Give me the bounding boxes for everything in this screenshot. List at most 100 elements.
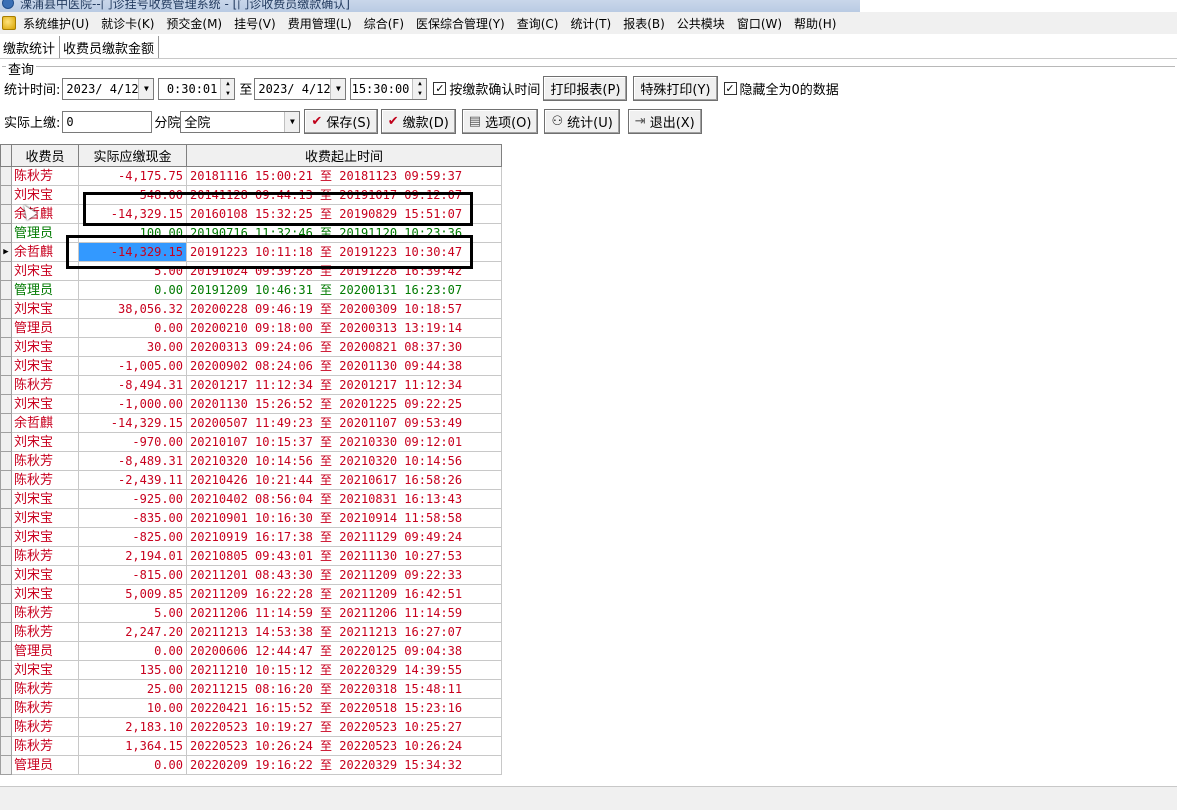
cell-cashier[interactable]: 陈秋芳: [11, 622, 79, 642]
cell-cashier[interactable]: 陈秋芳: [11, 470, 79, 490]
row-indicator[interactable]: [0, 660, 12, 680]
tab-payment-stats[interactable]: 缴款统计: [0, 36, 61, 58]
table-row[interactable]: 陈秋芳 -4,175.75 20181116 15:00:21 至 20181123…: [0, 166, 502, 186]
cell-cashier[interactable]: 管理员: [11, 755, 79, 775]
cell-cashier[interactable]: 刘宋宝: [11, 337, 79, 357]
row-indicator[interactable]: [0, 185, 12, 205]
chevron-down-icon[interactable]: ▼: [138, 78, 154, 99]
table-row[interactable]: 余哲麒 -14,329.15 20160108 15:32:25 至 2019082…: [0, 204, 502, 224]
cell-amount[interactable]: 38,056.32: [78, 299, 187, 319]
row-indicator[interactable]: [0, 299, 12, 319]
cell-amount[interactable]: 30.00: [78, 337, 187, 357]
cell-amount[interactable]: -825.00: [78, 527, 187, 547]
cell-cashier[interactable]: 刘宋宝: [11, 261, 79, 281]
cell-cashier[interactable]: 管理员: [11, 641, 79, 661]
cell-amount[interactable]: -14,329.15: [78, 413, 187, 433]
cell-period[interactable]: 20191223 10:11:18 至 20191223 10:30:47: [186, 242, 502, 262]
menu-prepay[interactable]: 预交金(M): [162, 15, 230, 32]
special-print-button[interactable]: 特殊打印(Y): [633, 76, 718, 101]
cell-cashier[interactable]: 陈秋芳: [11, 736, 79, 756]
cell-cashier[interactable]: 陈秋芳: [11, 166, 79, 186]
cell-amount[interactable]: -835.00: [78, 508, 187, 528]
row-indicator[interactable]: [0, 755, 12, 775]
cell-period[interactable]: 20210901 10:16:30 至 20210914 11:58:58: [186, 508, 502, 528]
cell-cashier[interactable]: 刘宋宝: [11, 565, 79, 585]
column-header-amount[interactable]: 实际应缴现金: [78, 144, 187, 167]
cell-cashier[interactable]: 刘宋宝: [11, 584, 79, 604]
row-indicator[interactable]: [0, 565, 12, 585]
cell-cashier[interactable]: 陈秋芳: [11, 603, 79, 623]
menu-public[interactable]: 公共模块: [673, 15, 733, 32]
cell-amount[interactable]: 5.00: [78, 261, 187, 281]
table-row[interactable]: 陈秋芳 25.00 20211215 08:16:20 至 20220318 15:…: [0, 679, 502, 699]
cell-cashier[interactable]: 余哲麒: [11, 242, 79, 262]
menu-window[interactable]: 窗口(W): [733, 15, 790, 32]
spin-button[interactable]: ▲ ▼: [412, 78, 427, 99]
row-indicator[interactable]: [0, 280, 12, 300]
cell-period[interactable]: 20220523 10:26:24 至 20220523 10:26:24: [186, 736, 502, 756]
cell-cashier[interactable]: 刘宋宝: [11, 356, 79, 376]
cell-period[interactable]: 20210919 16:17:38 至 20211129 09:49:24: [186, 527, 502, 547]
cell-amount[interactable]: 548.00: [78, 185, 187, 205]
cell-amount[interactable]: 2,194.01: [78, 546, 187, 566]
table-row[interactable]: 陈秋芳 2,194.01 20210805 09:43:01 至 20211130 …: [0, 546, 502, 566]
table-row[interactable]: 陈秋芳 -8,494.31 20201217 11:12:34 至 20201217…: [0, 375, 502, 395]
table-row[interactable]: 管理员 0.00 20191209 10:46:31 至 20200131 16:2…: [0, 280, 502, 300]
column-header-period[interactable]: 收费起止时间: [186, 144, 502, 167]
cell-period[interactable]: 20200210 09:18:00 至 20200313 13:19:14: [186, 318, 502, 338]
branch-select[interactable]: 全院 ▼: [180, 110, 301, 133]
cell-period[interactable]: 20200507 11:49:23 至 20201107 09:53:49: [186, 413, 502, 433]
row-indicator[interactable]: [0, 432, 12, 452]
table-row[interactable]: 陈秋芳 -8,489.31 20210320 10:14:56 至 20210320…: [0, 451, 502, 471]
column-header-cashier[interactable]: 收费员: [11, 144, 79, 167]
cell-amount[interactable]: 25.00: [78, 679, 187, 699]
row-indicator[interactable]: [0, 204, 12, 224]
cell-cashier[interactable]: 管理员: [11, 223, 79, 243]
cell-amount[interactable]: -970.00: [78, 432, 187, 452]
actual-pay-input[interactable]: 0: [62, 110, 153, 133]
row-indicator[interactable]: [0, 261, 12, 281]
cell-amount[interactable]: -815.00: [78, 565, 187, 585]
cell-period[interactable]: 20181116 15:00:21 至 20181123 09:59:37: [186, 166, 502, 186]
cell-amount[interactable]: -4,175.75: [78, 166, 187, 186]
menu-query[interactable]: 查询(C): [513, 15, 567, 32]
cell-period[interactable]: 20211201 08:43:30 至 20211209 09:22:33: [186, 565, 502, 585]
cell-amount[interactable]: 100.00: [78, 223, 187, 243]
cell-period[interactable]: 20220523 10:19:27 至 20220523 10:25:27: [186, 717, 502, 737]
cell-cashier[interactable]: 刘宋宝: [11, 299, 79, 319]
confirm-time-checkbox[interactable]: ✓: [433, 82, 447, 95]
cell-period[interactable]: 20160108 15:32:25 至 20190829 15:51:07: [186, 204, 502, 224]
cell-amount[interactable]: 0.00: [78, 318, 187, 338]
table-row[interactable]: 刘宋宝 -815.00 20211201 08:43:30 至 20211209 0…: [0, 565, 502, 585]
cell-amount[interactable]: -1,005.00: [78, 356, 187, 376]
table-row[interactable]: 陈秋芳 2,247.20 20211213 14:53:38 至 20211213 …: [0, 622, 502, 642]
table-row[interactable]: 刘宋宝 5.00 20191024 09:39:28 至 20191228 16:3…: [0, 261, 502, 281]
row-indicator[interactable]: [0, 470, 12, 490]
table-row[interactable]: 陈秋芳 1,364.15 20220523 10:26:24 至 20220523 …: [0, 736, 502, 756]
cell-cashier[interactable]: 刘宋宝: [11, 527, 79, 547]
row-indicator[interactable]: [0, 223, 12, 243]
cell-period[interactable]: 20210320 10:14:56 至 20210320 10:14:56: [186, 451, 502, 471]
cell-period[interactable]: 20211206 11:14:59 至 20211206 11:14:59: [186, 603, 502, 623]
table-row[interactable]: 余哲麒 -14,329.15 20200507 11:49:23 至 2020110…: [0, 413, 502, 433]
row-indicator[interactable]: [0, 318, 12, 338]
cell-period[interactable]: 20211215 08:16:20 至 20220318 15:48:11: [186, 679, 502, 699]
end-date-picker[interactable]: 2023/ 4/12 ▼: [254, 77, 347, 100]
table-row[interactable]: 陈秋芳 10.00 20220421 16:15:52 至 20220518 15:…: [0, 698, 502, 718]
table-row[interactable]: 刘宋宝 -1,005.00 20200902 08:24:06 至 20201130…: [0, 356, 502, 376]
cell-amount[interactable]: 0.00: [78, 641, 187, 661]
row-indicator[interactable]: [0, 451, 12, 471]
cell-amount[interactable]: 10.00: [78, 698, 187, 718]
table-row[interactable]: ▶ 余哲麒 -14,329.15 20191223 10:11:18 至 201912…: [0, 242, 502, 262]
table-row[interactable]: 管理员 0.00 20220209 19:16:22 至 20220329 15:3…: [0, 755, 502, 775]
cell-period[interactable]: 20200313 09:24:06 至 20200821 08:37:30: [186, 337, 502, 357]
row-indicator[interactable]: [0, 698, 12, 718]
menu-report[interactable]: 报表(B): [619, 15, 673, 32]
table-row[interactable]: 刘宋宝 135.00 20211210 10:15:12 至 20220329 14…: [0, 660, 502, 680]
row-indicator[interactable]: [0, 356, 12, 376]
row-indicator[interactable]: [0, 166, 12, 186]
cell-amount[interactable]: 0.00: [78, 280, 187, 300]
cell-cashier[interactable]: 陈秋芳: [11, 546, 79, 566]
table-row[interactable]: 刘宋宝 -835.00 20210901 10:16:30 至 20210914 1…: [0, 508, 502, 528]
cell-amount[interactable]: 135.00: [78, 660, 187, 680]
